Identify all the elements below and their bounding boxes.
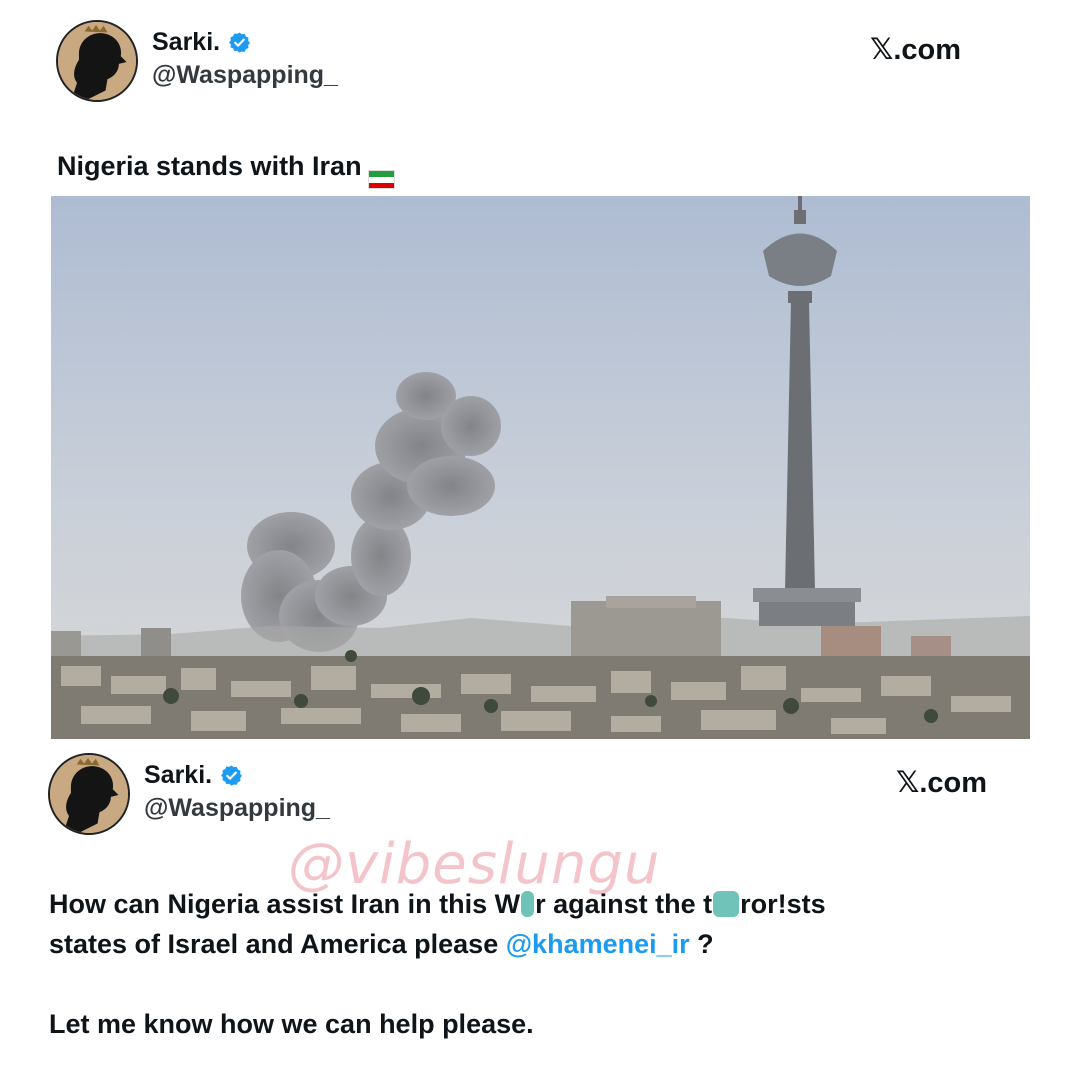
iran-flag-icon bbox=[367, 170, 395, 190]
censor-blot bbox=[521, 891, 535, 917]
bottom-tweet-header: Sarki. @Waspapping_ bbox=[48, 753, 330, 835]
tehran-skyline-image bbox=[51, 196, 1030, 739]
tweet-text-segment: states of Israel and America please bbox=[49, 929, 506, 959]
tweet-text-segment: How can Nigeria assist Iran in this W bbox=[49, 889, 521, 919]
bottom-tweet-text: How can Nigeria assist Iran in this W r a… bbox=[49, 884, 1049, 1044]
display-name[interactable]: Sarki. bbox=[152, 28, 220, 57]
tweet-body: Nigeria stands with Iran bbox=[57, 151, 362, 181]
tweet-line-3: Let me know how we can help please. bbox=[49, 1009, 534, 1039]
tweet-text-segment: r against the t bbox=[535, 889, 713, 919]
tweet-text-segment: ror!sts bbox=[740, 889, 826, 919]
censor-blot bbox=[713, 891, 740, 917]
x-com-label: 𝕏.com bbox=[870, 34, 962, 66]
tweet-photo[interactable] bbox=[51, 196, 1030, 739]
verified-badge-icon bbox=[220, 764, 243, 787]
top-tweet-text: Nigeria stands with Iran bbox=[57, 146, 395, 190]
top-tweet-header: Sarki. @Waspapping_ bbox=[56, 20, 338, 102]
silhouette-avatar-icon bbox=[50, 755, 128, 833]
x-com-label: 𝕏.com bbox=[896, 767, 988, 799]
tweet-line-2: states of Israel and America please @kha… bbox=[49, 924, 1049, 964]
user-handle[interactable]: @Waspapping_ bbox=[144, 794, 330, 823]
user-handle[interactable]: @Waspapping_ bbox=[152, 61, 338, 90]
mention-link[interactable]: @khamenei_ir bbox=[506, 929, 690, 959]
avatar[interactable] bbox=[48, 753, 130, 835]
tweet-text-segment: ? bbox=[689, 929, 714, 959]
verified-badge-icon bbox=[228, 31, 251, 54]
display-name[interactable]: Sarki. bbox=[144, 761, 212, 790]
tweet-line-1: How can Nigeria assist Iran in this W r a… bbox=[49, 884, 1049, 924]
silhouette-avatar-icon bbox=[58, 22, 136, 100]
avatar[interactable] bbox=[56, 20, 138, 102]
